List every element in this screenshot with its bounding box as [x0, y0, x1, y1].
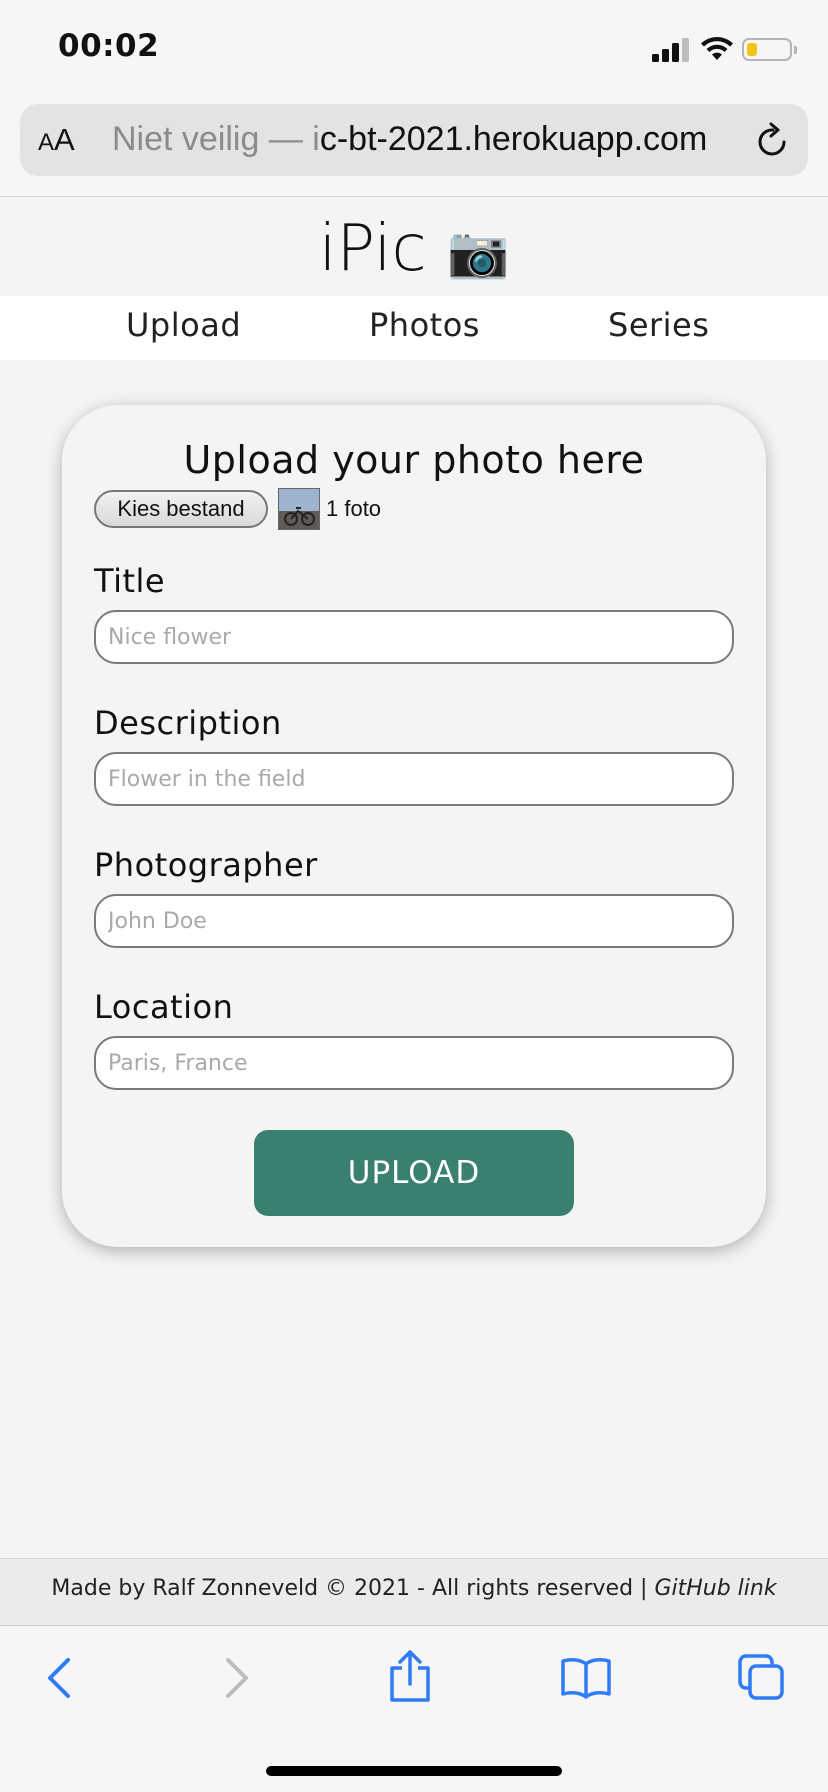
url-fade: i: [312, 120, 320, 158]
github-link[interactable]: GitHub link: [654, 1576, 776, 1601]
battery-nub: [794, 46, 797, 54]
selected-photo-thumbnail: [278, 488, 320, 530]
status-time: 00:02: [58, 28, 160, 64]
photo-thumbnail-image: [279, 489, 319, 529]
tabs-icon[interactable]: [736, 1652, 786, 1702]
location-input[interactable]: [94, 1036, 734, 1090]
description-label: Description: [94, 704, 282, 742]
photographer-label: Photographer: [94, 846, 318, 884]
app-title: iPic: [318, 212, 427, 286]
url-domain: c-bt-2021.herokuapp.com: [319, 120, 708, 158]
nav-photos[interactable]: Photos: [369, 306, 480, 344]
reload-icon[interactable]: [756, 122, 790, 158]
title-input[interactable]: [94, 610, 734, 664]
forward-icon[interactable]: [222, 1656, 252, 1700]
copyright-text: Made by Ralf Zonneveld © 2021 - All righ…: [51, 1576, 655, 1601]
location-label: Location: [94, 988, 234, 1026]
main-nav: Upload Photos Series: [0, 296, 828, 360]
footer-text: Made by Ralf Zonneveld © 2021 - All righ…: [0, 1576, 828, 1601]
description-input[interactable]: [94, 752, 734, 806]
choose-file-button[interactable]: Kies bestand: [94, 490, 268, 528]
url-security-label: Niet veilig —: [112, 120, 313, 158]
photographer-input[interactable]: [94, 894, 734, 948]
text-size-small-label: A: [38, 129, 55, 156]
nav-upload[interactable]: Upload: [126, 306, 241, 344]
text-size-button[interactable]: AA: [38, 122, 75, 158]
text-size-large-label: A: [54, 122, 75, 157]
bookmarks-icon[interactable]: [560, 1656, 612, 1700]
upload-button[interactable]: UPLOAD: [254, 1130, 574, 1216]
nav-series[interactable]: Series: [608, 306, 709, 344]
wifi-icon: [701, 37, 733, 60]
url-text[interactable]: Niet veilig — ic-bt-2021.herokuapp.com: [112, 120, 732, 159]
battery-icon: [742, 38, 797, 61]
upload-heading: Upload your photo here: [183, 438, 645, 482]
home-indicator: [266, 1766, 562, 1776]
title-label: Title: [94, 562, 166, 600]
page-title: iPic 📷: [0, 212, 828, 286]
back-icon[interactable]: [44, 1656, 74, 1700]
cellular-signal-icon: [652, 38, 689, 62]
camera-icon: 📷: [447, 223, 510, 281]
share-icon[interactable]: [388, 1648, 432, 1704]
battery-level: [747, 43, 757, 56]
file-count: 1 foto: [326, 496, 382, 521]
upload-card: [62, 405, 766, 1247]
